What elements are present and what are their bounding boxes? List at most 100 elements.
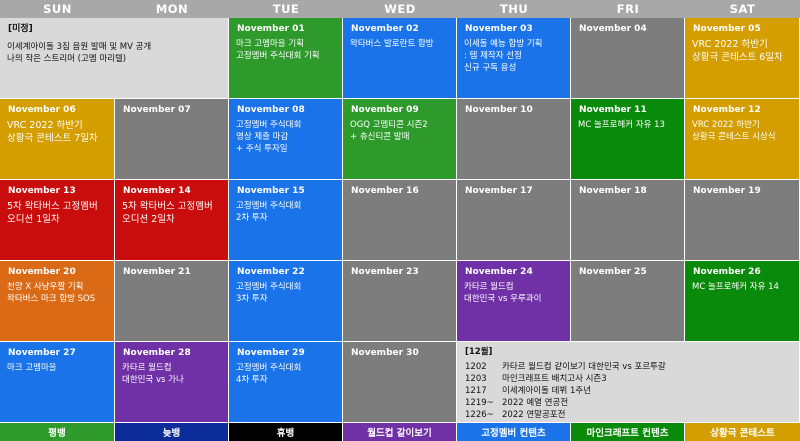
december-notes: [12월] 1202 카타르 월드컵 같이보기 대한민국 vs 포르투갈 1203… (457, 342, 800, 423)
day-nov-22[interactable]: November 22 고정멤버 주식대회 3차 투자 (229, 261, 343, 342)
day-nov-27[interactable]: November 27 마크 고멤마을 (0, 342, 115, 423)
day-nov-28[interactable]: November 28 카타르 월드컵 대한민국 vs 가나 (115, 342, 229, 423)
day-nov-29[interactable]: November 29 고정멤버 주식대회 4차 투자 (229, 342, 343, 423)
day-nov-14[interactable]: November 14 5차 왁타버스 고정멤버 오디션 2일차 (115, 180, 229, 261)
day-text: VRC 2022 하반기 상황극 콘테스트 6일차 (692, 39, 783, 63)
legend-roleplay-contest: 상황극 콘테스트 (685, 423, 800, 441)
day-nov-13[interactable]: November 13 5차 왁타버스 고정멤버 오디션 1일차 (0, 180, 115, 261)
day-text: 고정멤버 주식대회 3차 투자 (236, 282, 302, 304)
day-nov-10[interactable]: November 10 (457, 99, 571, 180)
tbd-cell[interactable]: [미정] 이세계아이돌 3집 음원 발매 및 MV 공개 나의 작은 스트리머 … (0, 18, 229, 99)
day-date: November 15 (237, 186, 305, 196)
day-nov-17[interactable]: November 17 (457, 180, 571, 261)
notes-value: 2022 연말공포전 (502, 410, 566, 420)
day-nov-07[interactable]: November 07 (115, 99, 229, 180)
notes-row: 1217 이세계아이돌 데뷔 1주년 (465, 385, 799, 397)
header-sun: SUN (0, 0, 115, 18)
calendar: SUN MON TUE WED THU FRI SAT [미정] 이세계아이돌 … (0, 0, 800, 441)
day-date: November 16 (351, 186, 419, 196)
day-date: November 06 (8, 105, 76, 115)
day-date: November 24 (465, 267, 533, 277)
day-date: November 22 (237, 267, 305, 277)
cell-text: 이세계아이돌 3집 음원 발매 및 MV 공개 나의 작은 스트리머 (고멤 마… (7, 42, 152, 64)
header-mon: MON (115, 0, 229, 18)
day-date: November 29 (237, 348, 305, 358)
day-text: MC 놀프로헤커 자유 14 (692, 282, 779, 292)
header-wed: WED (343, 0, 457, 18)
day-nov-26[interactable]: November 26 MC 놀프로헤커 자유 14 (685, 261, 800, 342)
day-date: November 07 (123, 105, 191, 115)
day-text: 카타르 월드컵 대한민국 vs 가나 (122, 363, 184, 385)
day-date: November 09 (351, 105, 419, 115)
header-fri: FRI (571, 0, 685, 18)
day-date: November 10 (465, 105, 533, 115)
day-date: November 12 (693, 105, 761, 115)
legend-regular-broadcast: 평뱅 (0, 423, 115, 441)
notes-key: 1202 (465, 362, 487, 372)
day-date: November 18 (579, 186, 647, 196)
notes-key: 1226~ (465, 410, 494, 420)
notes-value: 카타르 월드컵 같이보기 대한민국 vs 포르투갈 (502, 362, 666, 372)
day-nov-08[interactable]: November 08 고정멤버 주식대회 영상 제출 마감 + 주식 투자일 (229, 99, 343, 180)
day-date: November 14 (123, 186, 191, 196)
day-date: November 05 (693, 24, 761, 34)
day-nov-20[interactable]: November 20 천양 X 사냥우짤 기획 왁타버스 마크 합방 SOS (0, 261, 115, 342)
cell-label: [미정] (8, 24, 33, 34)
day-nov-30[interactable]: November 30 (343, 342, 457, 423)
day-date: November 11 (579, 105, 647, 115)
day-date: November 23 (351, 267, 419, 277)
notes-value: 2022 예열 연공전 (502, 398, 569, 408)
day-text: MC 놀프로헤커 자유 13 (578, 120, 665, 130)
notes-row: 1203 마인크래프트 배치고사 시즌3 (465, 373, 799, 385)
day-text: 마크 고멤마을 기획 고정멤버 주식대회 기획 (236, 39, 320, 61)
day-nov-15[interactable]: November 15 고정멤버 주식대회 2차 투자 (229, 180, 343, 261)
day-date: November 03 (465, 24, 533, 34)
day-text: 고정멤버 주식대회 4차 투자 (236, 363, 302, 385)
legend-late-broadcast: 늦뱅 (115, 423, 229, 441)
day-nov-01[interactable]: November 01 마크 고멤마을 기획 고정멤버 주식대회 기획 (229, 18, 343, 99)
legend-world-cup-watch: 월드컵 같이보기 (343, 423, 457, 441)
day-text: 고정멤버 주식대회 영상 제출 마감 + 주식 투자일 (236, 120, 302, 154)
day-date: November 13 (8, 186, 76, 196)
day-nov-19[interactable]: November 19 (685, 180, 800, 261)
day-nov-03[interactable]: November 03 이세돌 예능 합방 기획 : 템 제작자 선정 신규 구… (457, 18, 571, 99)
day-date: November 25 (579, 267, 647, 277)
legend-day-off: 휴뱅 (229, 423, 343, 441)
day-nov-12[interactable]: November 12 VRC 2022 하반기 상황극 콘테스트 시상식 (685, 99, 800, 180)
day-text: OGQ 고멤티콘 시즌2 + 츄신티콘 발매 (350, 120, 428, 142)
notes-row: 1226~ 2022 연말공포전 (465, 409, 799, 421)
day-nov-16[interactable]: November 16 (343, 180, 457, 261)
day-text: 5차 왁타버스 고정멤버 오디션 1일차 (7, 201, 98, 225)
notes-value: 이세계아이돌 데뷔 1주년 (502, 386, 592, 396)
day-nov-23[interactable]: November 23 (343, 261, 457, 342)
day-nov-02[interactable]: November 02 왁타버스 발로란트 합방 (343, 18, 457, 99)
day-text: 왁타버스 발로란트 합방 (350, 39, 434, 49)
notes-key: 1217 (465, 386, 487, 396)
day-nov-25[interactable]: November 25 (571, 261, 685, 342)
day-nov-18[interactable]: November 18 (571, 180, 685, 261)
day-text: 고정멤버 주식대회 2차 투자 (236, 201, 302, 223)
day-date: November 20 (8, 267, 76, 277)
notes-title: [12월] (465, 347, 493, 357)
day-date: November 08 (237, 105, 305, 115)
day-nov-11[interactable]: November 11 MC 놀프로헤커 자유 13 (571, 99, 685, 180)
day-date: November 26 (693, 267, 761, 277)
legend-fixed-member-content: 고정멤버 컨텐츠 (457, 423, 571, 441)
day-text: VRC 2022 하반기 상황극 콘테스트 7일차 (7, 120, 98, 144)
header-thu: THU (457, 0, 571, 18)
day-date: November 02 (351, 24, 419, 34)
day-text: 이세돌 예능 합방 기획 : 템 제작자 선정 신규 구독 용성 (464, 39, 543, 73)
day-nov-06[interactable]: November 06 VRC 2022 하반기 상황극 콘테스트 7일차 (0, 99, 115, 180)
notes-row: 1219~ 2022 예열 연공전 (465, 397, 799, 409)
day-nov-09[interactable]: November 09 OGQ 고멤티콘 시즌2 + 츄신티콘 발매 (343, 99, 457, 180)
legend-minecraft-content: 마인크래프트 컨텐츠 (571, 423, 685, 441)
day-date: November 01 (237, 24, 305, 34)
day-date: November 19 (693, 186, 761, 196)
day-nov-05[interactable]: November 05 VRC 2022 하반기 상황극 콘테스트 6일차 (685, 18, 800, 99)
day-nov-21[interactable]: November 21 (115, 261, 229, 342)
day-text: 카타르 월드컵 대한민국 vs 우루과이 (464, 282, 542, 304)
day-nov-04[interactable]: November 04 (571, 18, 685, 99)
day-text: 5차 왁타버스 고정멤버 오디션 2일차 (122, 201, 213, 225)
day-nov-24[interactable]: November 24 카타르 월드컵 대한민국 vs 우루과이 (457, 261, 571, 342)
notes-body: [12월] 1202 카타르 월드컵 같이보기 대한민국 vs 포르투갈 1203… (457, 342, 799, 421)
